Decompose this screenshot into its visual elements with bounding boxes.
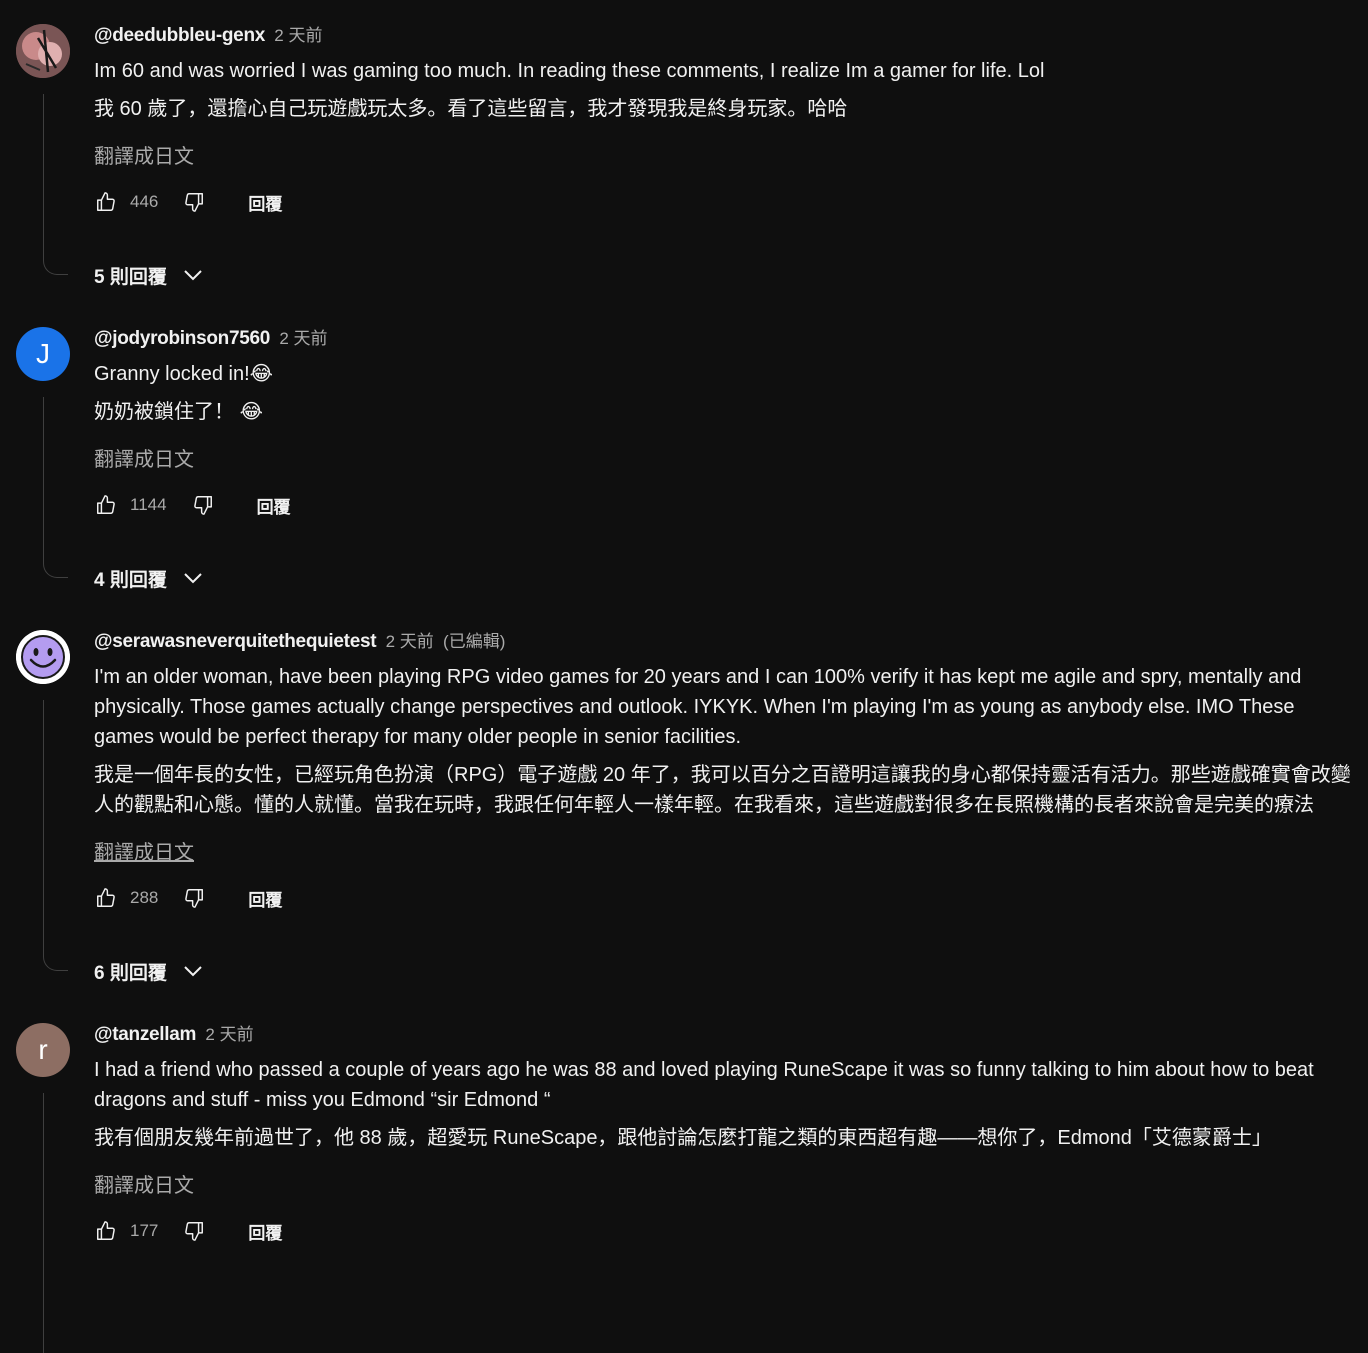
comment-time[interactable]: 2 天前 <box>386 632 434 651</box>
translated-text-line: 奶奶被鎖住了！ <box>94 401 234 423</box>
chevron-down-icon <box>181 959 205 983</box>
comment-text-line: I had a friend who passed a couple of ye… <box>94 1059 1314 1081</box>
comment-author[interactable]: @jodyrobinson7560 <box>94 328 270 349</box>
view-replies-button[interactable]: 4 則回覆 <box>94 563 205 593</box>
laughing-emoji: 😂 <box>249 363 274 385</box>
avatar[interactable]: J <box>16 327 70 381</box>
comment-actions: 1144 回覆 <box>94 489 1368 521</box>
comment-author[interactable]: @tanzellam <box>94 1024 196 1045</box>
comment-time[interactable]: 2 天前 <box>279 329 327 348</box>
replies-count-label: 5 則回覆 <box>94 266 167 288</box>
comment-author[interactable]: @serawasneverquitethequietest <box>94 631 377 652</box>
translated-text-line: 人的觀點和心態。懂的人就懂。當我在玩時，我跟任何年輕人一樣年輕。在我看來，這些遊… <box>94 794 1314 816</box>
laughing-emoji: 😂 <box>239 401 263 423</box>
thumbs-down-icon[interactable] <box>182 1219 206 1243</box>
chevron-down-icon <box>181 263 205 287</box>
thumbs-down-icon[interactable] <box>191 493 215 517</box>
translated-text-line: 我是一個年長的女性，已經玩角色扮演（RPG）電子遊戲 20 年了，我可以百分之百… <box>94 764 1351 786</box>
comment-time[interactable]: 2 天前 <box>205 1025 253 1044</box>
thumbs-down-icon[interactable] <box>182 190 206 214</box>
translated-text: 我 60 歲了，還擔心自己玩遊戲玩太多。看了這些留言，我才發現我是終身玩家。哈哈 <box>94 94 1368 124</box>
comment-text: Im 60 and was worried I was gaming too m… <box>94 56 1368 86</box>
translate-link[interactable]: 翻譯成日文 <box>94 445 194 475</box>
comment-author[interactable]: @deedubbleu-genx <box>94 25 265 46</box>
view-replies-button[interactable]: 5 則回覆 <box>94 260 205 290</box>
like-count: 177 <box>130 1221 159 1240</box>
thread-line <box>43 397 68 578</box>
translated-text: 我有個朋友幾年前過世了，他 88 歲，超愛玩 RuneScape，跟他討論怎麼打… <box>94 1123 1368 1153</box>
reply-button[interactable]: 回覆 <box>248 190 282 215</box>
translate-link[interactable]: 翻譯成日文 <box>94 142 194 172</box>
thread-line <box>43 94 68 275</box>
translate-link[interactable]: 翻譯成日文 <box>94 1171 194 1201</box>
thumbs-down-icon[interactable] <box>182 886 206 910</box>
thumbs-up-icon[interactable] <box>94 190 118 214</box>
thread-line <box>43 1093 68 1353</box>
comment-text: Granny locked in!😂 <box>94 359 1368 389</box>
view-replies-button[interactable]: 6 則回覆 <box>94 956 205 986</box>
reply-button[interactable]: 回覆 <box>248 886 282 911</box>
edited-label: (已編輯) <box>443 632 506 651</box>
replies-count-label: 6 則回覆 <box>94 962 167 984</box>
avatar[interactable]: r <box>16 1023 70 1077</box>
comment-text: I'm an older woman, have been playing RP… <box>94 662 1368 752</box>
translated-text-line: 我 60 歲了，還擔心自己玩遊戲玩太多。看了這些留言，我才發現我是終身玩家。哈哈 <box>94 98 848 120</box>
comment-text-line: dragons and stuff - miss you Edmond “sir… <box>94 1089 551 1111</box>
comment-text-line: Im 60 and was worried I was gaming too m… <box>94 60 1045 82</box>
chevron-down-icon <box>181 566 205 590</box>
thumbs-up-icon[interactable] <box>94 493 118 517</box>
comment-time[interactable]: 2 天前 <box>274 26 322 45</box>
replies-count-label: 4 則回覆 <box>94 569 167 591</box>
comment-text-line: Granny locked in! <box>94 363 250 385</box>
comment-text-line: physically. Those games actually change … <box>94 696 1295 718</box>
thumbs-up-icon[interactable] <box>94 1219 118 1243</box>
comment-text-line: I'm an older woman, have been playing RP… <box>94 666 1302 688</box>
comment-actions: 446 回覆 <box>94 186 1368 218</box>
translated-text-line: 我有個朋友幾年前過世了，他 88 歲，超愛玩 RuneScape，跟他討論怎麼打… <box>94 1127 1272 1149</box>
thumbs-up-icon[interactable] <box>94 886 118 910</box>
reply-button[interactable]: 回覆 <box>257 493 291 518</box>
like-count: 288 <box>130 888 159 907</box>
translated-text: 我是一個年長的女性，已經玩角色扮演（RPG）電子遊戲 20 年了，我可以百分之百… <box>94 760 1368 820</box>
avatar[interactable] <box>16 630 70 684</box>
like-count: 1144 <box>130 495 167 514</box>
translated-text: 奶奶被鎖住了！ 😂 <box>94 397 1368 427</box>
reply-button[interactable]: 回覆 <box>248 1219 282 1244</box>
translate-link[interactable]: 翻譯成日文 <box>94 838 194 868</box>
thread-line <box>43 700 68 971</box>
comment-text-line: games would be perfect therapy for many … <box>94 726 742 748</box>
avatar[interactable] <box>16 24 70 78</box>
comment-actions: 177 回覆 <box>94 1215 1368 1247</box>
comment-text: I had a friend who passed a couple of ye… <box>94 1055 1368 1115</box>
like-count: 446 <box>130 192 159 211</box>
comment-actions: 288 回覆 <box>94 882 1368 914</box>
